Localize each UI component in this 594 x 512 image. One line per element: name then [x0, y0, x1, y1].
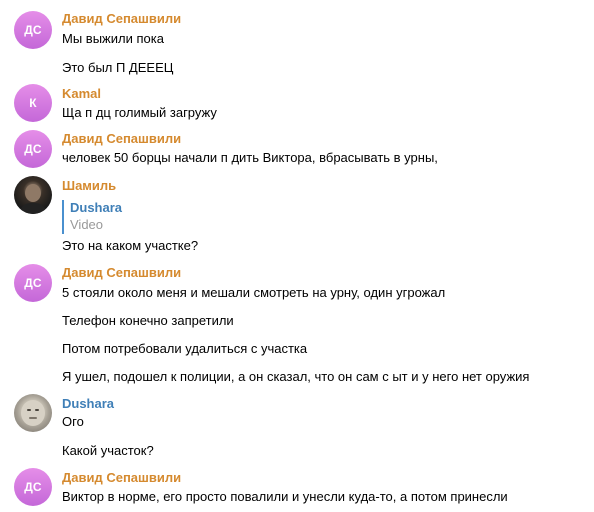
avatar-initials: ДС — [24, 276, 42, 290]
message-text: Ого — [62, 414, 84, 429]
message-text: человек 50 борцы начали п дить Виктора, … — [62, 150, 438, 165]
message-text: Это на каком участке? — [62, 238, 199, 253]
avatar[interactable]: ДС — [14, 264, 52, 302]
sender-name[interactable]: Kamal — [62, 86, 101, 102]
message-text: Какой участок? — [62, 443, 154, 458]
avatar-initials: К — [29, 96, 37, 110]
shirt-icon — [19, 203, 47, 214]
sender-name[interactable]: Давид Сепашвили — [62, 131, 181, 147]
message-text: Потом потребовали удалиться с участка — [62, 341, 308, 356]
message-text: 5 стояли около меня и мешали смотреть на… — [62, 285, 446, 300]
avatar[interactable]: ДС — [14, 11, 52, 49]
message-text: Я ушел, подошел к полиции, а он сказал, … — [62, 369, 530, 384]
sender-name[interactable]: Давид Сепашвили — [62, 470, 181, 486]
sender-name[interactable]: Давид Сепашвили — [62, 265, 181, 281]
message-text: Виктор в норме, его просто повалили и ун… — [62, 489, 508, 504]
face-icon — [25, 184, 41, 202]
sender-name[interactable]: Давид Сепашвили — [62, 11, 181, 27]
statue-photo-icon[interactable] — [14, 394, 52, 432]
sender-name[interactable]: Шамиль — [62, 178, 116, 194]
avatar[interactable]: ДС — [14, 468, 52, 506]
reply-accent-bar — [62, 200, 64, 234]
message-text: Телефон конечно запретили — [62, 313, 234, 328]
face-icon — [21, 400, 45, 426]
person-photo-icon[interactable] — [14, 176, 52, 214]
avatar[interactable]: К — [14, 84, 52, 122]
reply-sender-name: Dushara — [70, 200, 123, 215]
reply-media-label: Video — [70, 217, 104, 232]
message-text: Ща п дц голимый загружу — [62, 105, 217, 120]
eye-icon — [27, 409, 31, 411]
avatar-initials: ДС — [24, 480, 42, 494]
message-text: Мы выжили пока — [62, 31, 164, 46]
chat-history: ДС Давид Сепашвили Мы выжили пока Это бы… — [0, 0, 594, 512]
avatar-initials: ДС — [24, 142, 42, 156]
eye-icon — [35, 409, 39, 411]
message-text: Это был П ДЕЕЕЦ — [62, 60, 174, 75]
mouth-icon — [29, 417, 37, 419]
sender-name[interactable]: Dushara — [62, 396, 114, 412]
avatar[interactable]: ДС — [14, 130, 52, 168]
avatar-initials: ДС — [24, 23, 42, 37]
reply-preview[interactable]: Dushara Video — [62, 200, 182, 234]
